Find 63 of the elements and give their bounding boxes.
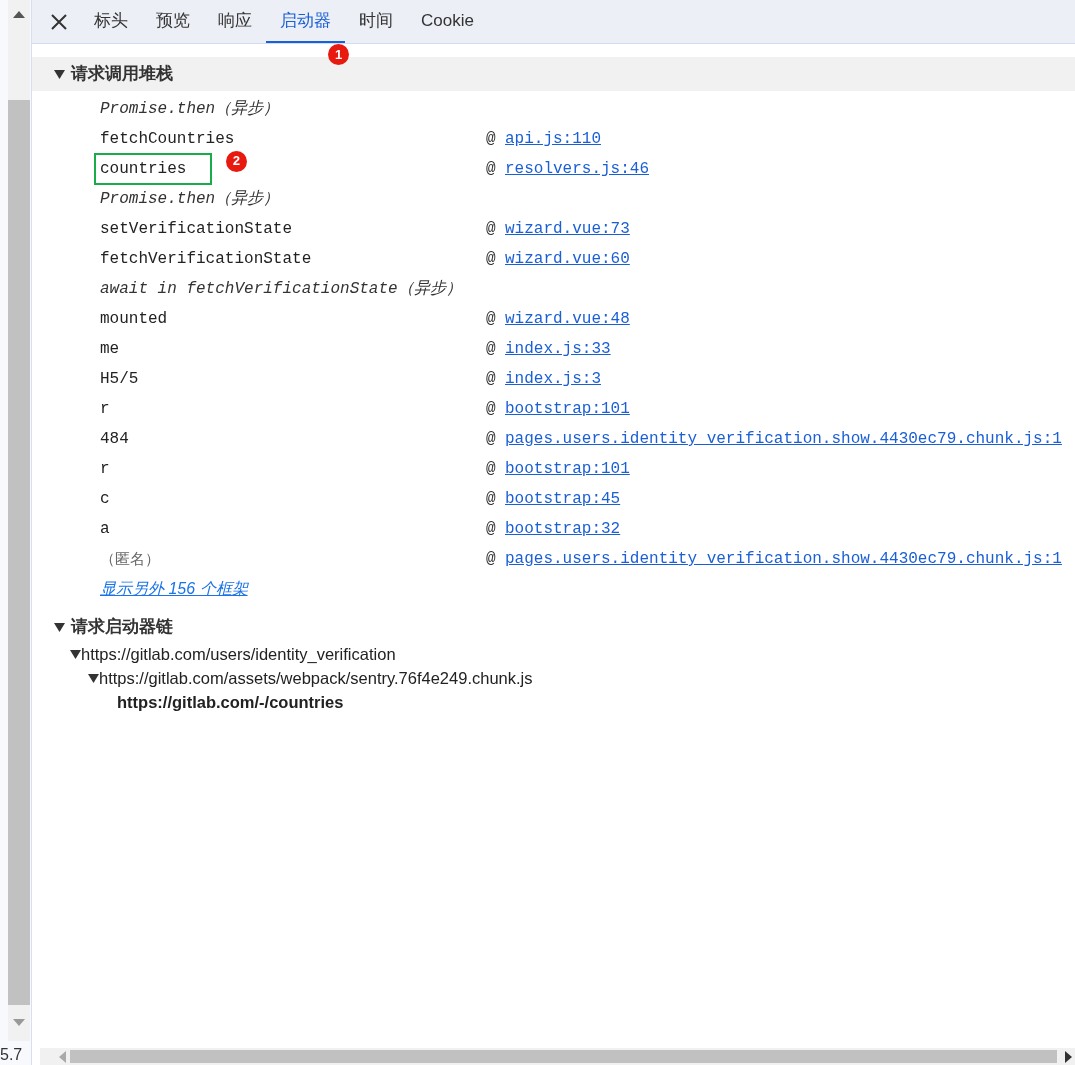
- function-name: mounted: [99, 309, 169, 330]
- async-frame-label: await in fetchVerificationState（异步）: [99, 279, 462, 300]
- function-name: fetchCountries: [99, 129, 236, 150]
- source-link[interactable]: wizard.vue:48: [505, 307, 630, 331]
- function-name: countries: [94, 153, 212, 185]
- at-sign: @: [486, 129, 497, 150]
- at-sign: @: [486, 519, 497, 540]
- source-link[interactable]: bootstrap:45: [505, 487, 621, 511]
- scroll-up-icon[interactable]: [13, 10, 25, 18]
- scrollbar-thumb[interactable]: [70, 1050, 1057, 1063]
- number-badge: 2: [226, 151, 247, 172]
- collapse-icon[interactable]: [88, 672, 99, 684]
- scrollbar-thumb[interactable]: [8, 100, 30, 1005]
- source-link[interactable]: pages.users.identity_verification.show.4430ec79.chunk.js:1: [505, 427, 1062, 451]
- source-link[interactable]: wizard.vue:60: [505, 247, 630, 271]
- source-link[interactable]: bootstrap:32: [505, 517, 621, 541]
- at-sign: @: [486, 309, 497, 330]
- function-name: setVerificationState: [99, 219, 294, 240]
- function-name: me: [99, 339, 121, 360]
- function-name: （匿名）: [99, 548, 161, 570]
- source-link[interactable]: index.js:33: [505, 337, 611, 361]
- function-name: H5/5: [99, 369, 140, 390]
- source-link[interactable]: wizard.vue:73: [505, 217, 630, 241]
- side-value: 5.7: [0, 1045, 24, 1065]
- at-sign: @: [486, 369, 497, 390]
- show-more-link[interactable]: 显示另外 156 个框架: [100, 577, 248, 601]
- at-sign: @: [486, 549, 497, 570]
- function-name: r: [99, 399, 111, 420]
- source-link[interactable]: bootstrap:101: [505, 397, 630, 421]
- at-sign: @: [486, 429, 497, 450]
- initiator-url: https://gitlab.com/users/identity_verification: [81, 643, 396, 665]
- tab[interactable]: 响应: [204, 0, 266, 43]
- tab[interactable]: 预览: [142, 0, 204, 43]
- at-sign: @: [486, 399, 497, 420]
- at-sign: @: [486, 249, 497, 270]
- function-name: 484: [99, 429, 130, 450]
- at-sign: @: [486, 339, 497, 360]
- collapse-icon[interactable]: [54, 68, 65, 80]
- close-icon[interactable]: [50, 12, 68, 31]
- source-link[interactable]: api.js:110: [505, 127, 601, 151]
- scroll-right-icon[interactable]: [1065, 1050, 1073, 1063]
- async-frame-label: Promise.then（异步）: [99, 99, 280, 120]
- at-sign: @: [486, 459, 497, 480]
- source-link[interactable]: index.js:3: [505, 367, 601, 391]
- source-link[interactable]: bootstrap:101: [505, 457, 630, 481]
- at-sign: @: [486, 489, 497, 510]
- at-sign: @: [486, 159, 497, 180]
- function-name: a: [99, 519, 111, 540]
- source-link[interactable]: pages.users.identity_verification.show.4430ec79.chunk.js:1: [505, 547, 1062, 571]
- function-name: r: [99, 459, 111, 480]
- function-name: c: [99, 489, 111, 510]
- collapse-icon[interactable]: [70, 648, 81, 660]
- source-link[interactable]: resolvers.js:46: [505, 157, 650, 181]
- tab[interactable]: 标头: [80, 0, 142, 43]
- section-title: 请求调用堆栈: [71, 63, 173, 86]
- initiator-url: https://gitlab.com/assets/webpack/sentry.76f4e249.chunk.js: [99, 667, 533, 689]
- tab[interactable]: Cookie: [407, 0, 488, 43]
- async-frame-label: Promise.then（异步）: [99, 189, 280, 210]
- at-sign: @: [486, 219, 497, 240]
- function-name: fetchVerificationState: [99, 249, 313, 270]
- section-title: 请求启动器链: [71, 616, 173, 639]
- collapse-icon[interactable]: [54, 621, 65, 633]
- initiator-url: https://gitlab.com/-/countries: [117, 691, 344, 713]
